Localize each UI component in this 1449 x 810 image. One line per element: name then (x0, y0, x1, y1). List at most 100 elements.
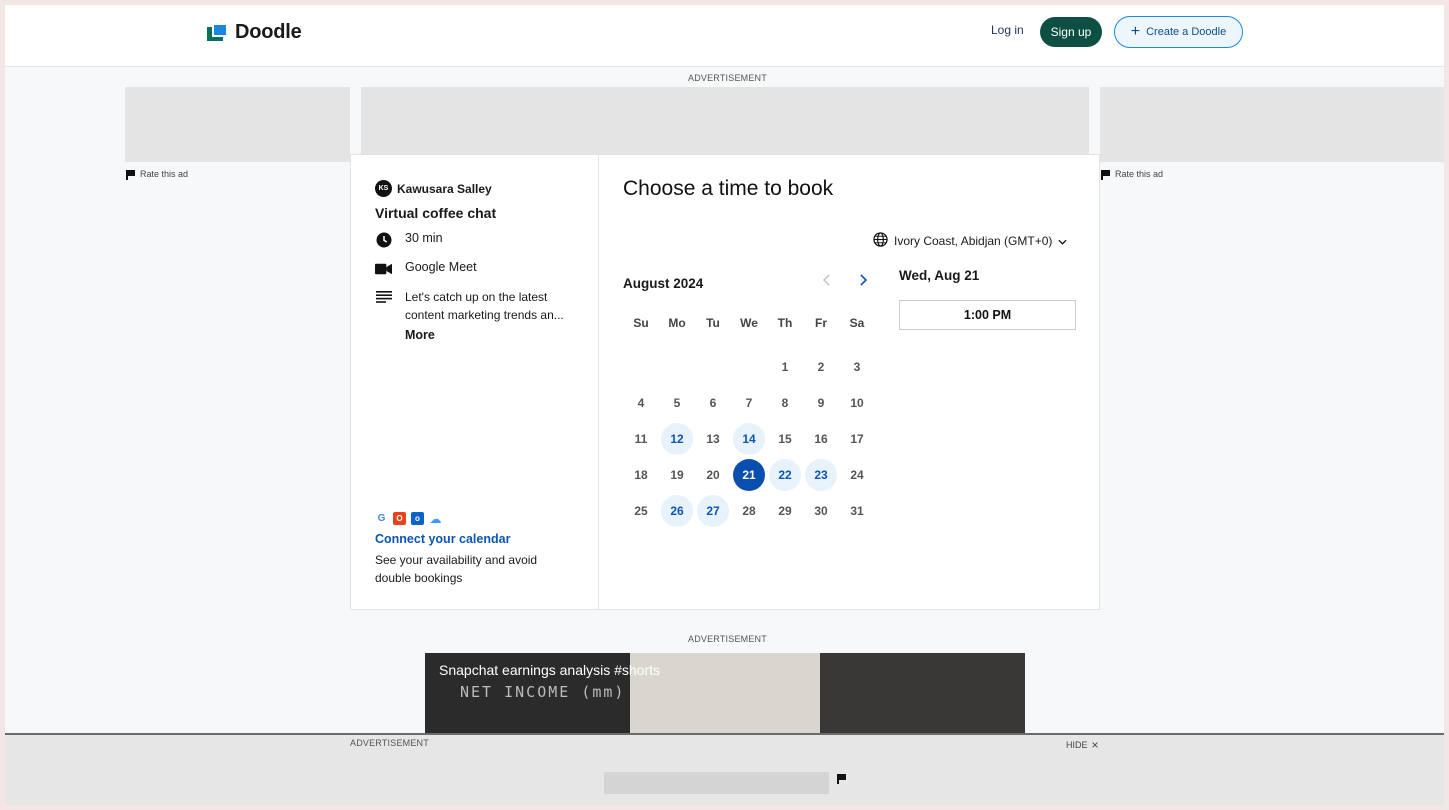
text-lines-icon (375, 288, 392, 305)
weekday-we: We (740, 316, 758, 330)
signup-button[interactable]: Sign up (1040, 17, 1102, 47)
calendar-day: 13 (706, 432, 720, 446)
video-ad[interactable]: NET INCOME (mm) Snapchat earnings analys… (425, 653, 1025, 733)
booking-card: KS Kawusara Salley Virtual coffee chat 3… (350, 154, 1100, 610)
calendar-day: 3 (853, 360, 861, 374)
brand-name: Doodle (235, 21, 302, 43)
timezone-label: Ivory Coast, Abidjan (GMT+0) (894, 234, 1053, 248)
more-link[interactable]: More (405, 328, 435, 342)
calendar-day: 1 (781, 360, 789, 374)
rate-ad-right[interactable]: Rate this ad (1101, 169, 1164, 180)
clock-icon (375, 231, 392, 248)
connect-calendar-description: See your availability and avoid double b… (375, 553, 538, 585)
top-navigation: Doodle Log in Sign up + Create a Doodle (5, 5, 1444, 67)
calendar-day: 6 (709, 396, 717, 410)
ad-label-top: ADVERTISEMENT (688, 73, 767, 83)
create-doodle-button[interactable]: + Create a Doodle (1114, 16, 1243, 48)
calendar-day: 30 (814, 504, 828, 518)
plus-icon: + (1130, 23, 1141, 40)
calendar-day: 7 (745, 396, 753, 410)
office-icon: O (393, 512, 406, 525)
calendar-day: 19 (670, 468, 684, 482)
calendar-day: 9 (817, 396, 825, 410)
page: Doodle Log in Sign up + Create a Doodle … (5, 5, 1444, 805)
calendar-day: 4 (637, 396, 645, 410)
calendar-day: 2 (817, 360, 825, 374)
google-icon: G (377, 513, 386, 524)
create-doodle-label: Create a Doodle (1146, 26, 1227, 38)
calendar-day[interactable]: 27 (697, 495, 729, 527)
description-row: Let's catch up on the latest content mar… (375, 288, 575, 324)
ad-left[interactable] (125, 87, 350, 162)
host-name: Kawusara Salley (397, 181, 492, 196)
video-background (820, 653, 1025, 733)
flag-icon (1101, 169, 1110, 180)
bottom-ad-slot[interactable] (604, 772, 829, 794)
duration-text: 30 min (405, 231, 443, 245)
doodle-logo-icon (207, 22, 229, 43)
weekday-sa: Sa (849, 316, 865, 330)
doodle-logo[interactable]: Doodle (207, 21, 302, 44)
next-month-button[interactable] (858, 273, 868, 292)
weekday-th: Th (777, 316, 793, 330)
timezone-selector[interactable]: Ivory Coast, Abidjan (GMT+0) (873, 232, 1067, 250)
rate-ad-label: Rate this ad (140, 169, 189, 179)
globe-icon (873, 232, 888, 250)
calendar-day: 28 (742, 504, 756, 518)
hide-label: HIDE (1066, 740, 1088, 750)
weekday-tu: Tu (706, 316, 720, 330)
calendar-day[interactable]: 12 (661, 423, 693, 455)
ad-top-banner[interactable] (361, 87, 1089, 154)
calendar-month: August 2024 (623, 276, 704, 291)
time-slot-button[interactable]: 1:00 PM (899, 300, 1076, 330)
weekday-mo: Mo (668, 316, 686, 330)
location-text: Google Meet (405, 260, 477, 274)
calendar-day: 5 (673, 396, 681, 410)
calendar-day[interactable]: 21 (733, 459, 765, 491)
calendar-day: 25 (634, 504, 648, 518)
calendar-day[interactable]: 14 (733, 423, 765, 455)
weekday-su: Su (633, 316, 649, 330)
event-details-panel: KS Kawusara Salley Virtual coffee chat 3… (351, 155, 599, 609)
rate-ad-left[interactable]: Rate this ad (126, 169, 189, 180)
host-info: KS Kawusara Salley (375, 180, 492, 197)
previous-month-button[interactable] (822, 273, 832, 292)
calendar-day: 11 (634, 432, 648, 446)
page-title: Choose a time to book (623, 177, 834, 200)
event-title: Virtual coffee chat (375, 205, 497, 221)
duration-row: 30 min (375, 231, 443, 248)
rate-ad-label: Rate this ad (1115, 169, 1164, 179)
flag-icon[interactable] (837, 774, 846, 784)
login-link[interactable]: Log in (991, 23, 1024, 37)
close-icon: × (1091, 738, 1099, 752)
video-handwriting: NET INCOME (mm) (460, 683, 626, 701)
connect-calendar-link[interactable]: Connect your calendar (375, 532, 510, 546)
ad-label-bottom: ADVERTISEMENT (350, 738, 429, 748)
calendar-day: 15 (778, 432, 792, 446)
calendar-day: 16 (814, 432, 828, 446)
calendar-day: 31 (850, 504, 864, 518)
weekday-fr: Fr (815, 316, 827, 330)
calendar-day: 20 (706, 468, 720, 482)
avatar: KS (375, 180, 392, 197)
video-title: Snapchat earnings analysis #shorts (439, 662, 661, 678)
ad-label-middle: ADVERTISEMENT (688, 634, 767, 644)
description-text: Let's catch up on the latest content mar… (405, 290, 564, 322)
calendar-day: 10 (850, 396, 864, 410)
video-camera-icon (375, 260, 392, 277)
calendar-day: 17 (850, 432, 864, 446)
hide-ad-button[interactable]: HIDE × (1066, 738, 1099, 752)
chevron-down-icon (1058, 234, 1067, 248)
ad-right[interactable] (1100, 87, 1444, 162)
outlook-icon: o (411, 512, 424, 525)
calendar-day[interactable]: 26 (661, 495, 693, 527)
calendar-providers: G O o ☁ (375, 512, 442, 526)
calendar-day[interactable]: 23 (805, 459, 837, 491)
flag-icon (126, 169, 135, 180)
sticky-bottom-ad: ADVERTISEMENT HIDE × (5, 733, 1444, 805)
calendar-day: 18 (634, 468, 648, 482)
calendar-day[interactable]: 22 (769, 459, 801, 491)
calendar-day: 8 (781, 396, 789, 410)
location-row: Google Meet (375, 260, 477, 277)
calendar-day: 24 (850, 468, 864, 482)
